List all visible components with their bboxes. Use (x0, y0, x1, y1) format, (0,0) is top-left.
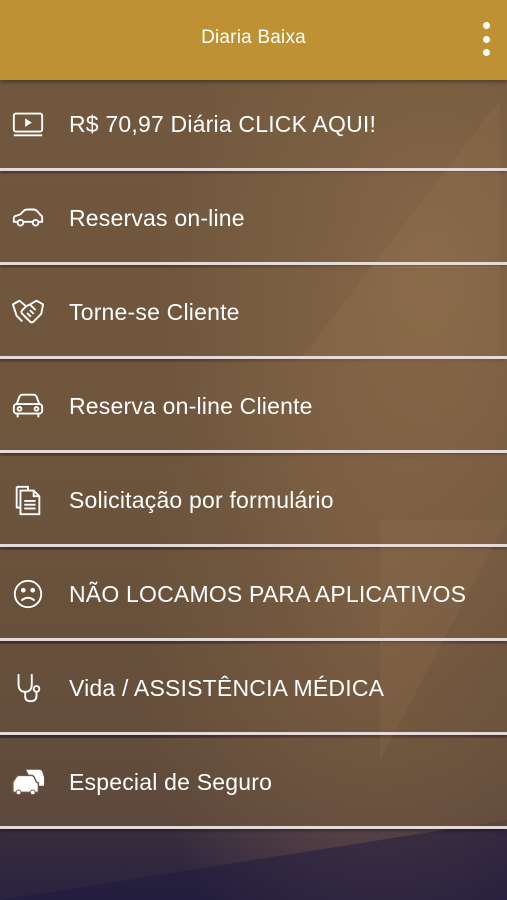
menu-item-label: Reservas on-line (69, 204, 245, 231)
stethoscope-icon (10, 670, 46, 706)
menu-item-formulario[interactable]: Solicitação por formulário (0, 456, 507, 547)
car-outline-icon (10, 200, 46, 236)
menu-item-label: R$ 70,97 Diária CLICK AQUI! (69, 110, 377, 137)
menu-item-reserva-cliente[interactable]: Reserva on-line Cliente (0, 362, 507, 453)
menu-item-assistencia-medica[interactable]: Vida / ASSISTÊNCIA MÉDICA (0, 644, 507, 735)
menu-item-label: Especial de Seguro (69, 768, 273, 795)
sad-face-icon (10, 576, 46, 612)
menu-item-torne-se-cliente[interactable]: Torne-se Cliente (0, 268, 507, 359)
more-vertical-icon[interactable] (479, 22, 493, 56)
main-menu: R$ 70,97 Diária CLICK AQUI! Reservas on-… (0, 80, 507, 832)
car-front-icon (10, 388, 46, 424)
menu-item-especial-seguro[interactable]: Especial de Seguro (0, 738, 507, 829)
menu-item-nao-locamos[interactable]: NÃO LOCAMOS PARA APLICATIVOS (0, 550, 507, 641)
video-play-icon (10, 106, 46, 142)
app-bar: Diaria Baixa (0, 0, 507, 80)
documents-icon (10, 482, 46, 518)
menu-item-label: NÃO LOCAMOS PARA APLICATIVOS (69, 580, 467, 607)
menu-item-label: Reserva on-line Cliente (69, 392, 313, 419)
menu-item-label: Vida / ASSISTÊNCIA MÉDICA (69, 674, 385, 701)
menu-item-label: Torne-se Cliente (69, 298, 240, 325)
car-crash-icon (10, 764, 46, 800)
menu-item-reservas-online[interactable]: Reservas on-line (0, 174, 507, 265)
app-title: Diaria Baixa (201, 27, 306, 48)
menu-item-diaria-promo[interactable]: R$ 70,97 Diária CLICK AQUI! (0, 80, 507, 171)
menu-item-label: Solicitação por formulário (69, 486, 334, 513)
handshake-icon (10, 294, 46, 330)
